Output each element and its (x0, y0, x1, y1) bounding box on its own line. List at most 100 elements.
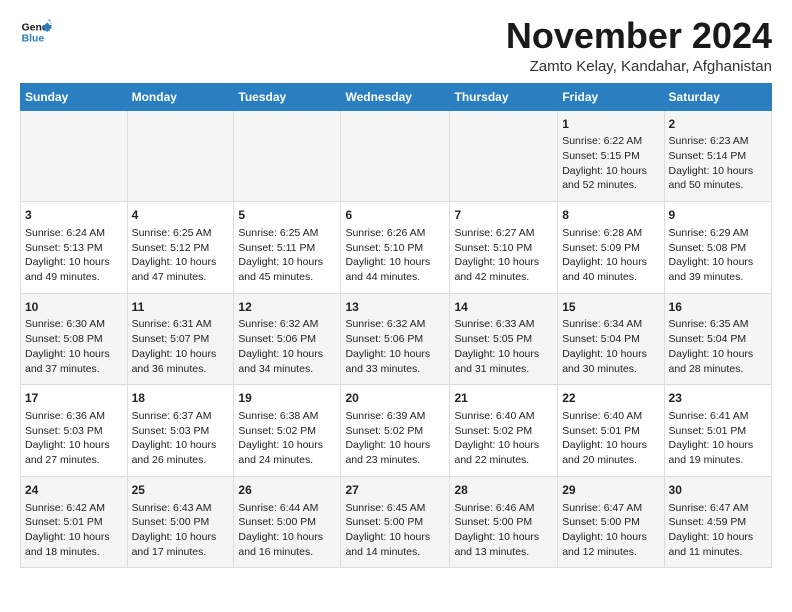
day-number: 27 (345, 482, 445, 499)
day-info-text: Daylight: 10 hours and 40 minutes. (562, 255, 659, 284)
calendar-cell: 12Sunrise: 6:32 AMSunset: 5:06 PMDayligh… (234, 293, 341, 385)
calendar-cell: 30Sunrise: 6:47 AMSunset: 4:59 PMDayligh… (664, 476, 771, 568)
day-info-text: Sunset: 5:14 PM (669, 149, 767, 164)
day-info-text: Sunrise: 6:36 AM (25, 409, 123, 424)
day-info-text: Sunset: 5:01 PM (25, 515, 123, 530)
calendar-cell: 29Sunrise: 6:47 AMSunset: 5:00 PMDayligh… (558, 476, 664, 568)
day-info-text: Daylight: 10 hours and 33 minutes. (345, 347, 445, 376)
day-info-text: Sunset: 5:10 PM (345, 241, 445, 256)
weekday-header-wednesday: Wednesday (341, 83, 450, 110)
day-info-text: Daylight: 10 hours and 42 minutes. (454, 255, 553, 284)
day-info-text: Sunrise: 6:39 AM (345, 409, 445, 424)
calendar-cell (341, 110, 450, 202)
day-info-text: Sunrise: 6:44 AM (238, 501, 336, 516)
weekday-header-tuesday: Tuesday (234, 83, 341, 110)
day-number: 1 (562, 116, 659, 133)
title-block: November 2024 Zamto Kelay, Kandahar, Afg… (506, 16, 772, 75)
calendar-cell (450, 110, 558, 202)
calendar-cell: 19Sunrise: 6:38 AMSunset: 5:02 PMDayligh… (234, 385, 341, 477)
day-info-text: Sunrise: 6:46 AM (454, 501, 553, 516)
day-info-text: Sunrise: 6:32 AM (238, 317, 336, 332)
weekday-header-friday: Friday (558, 83, 664, 110)
calendar-header: SundayMondayTuesdayWednesdayThursdayFrid… (21, 83, 772, 110)
day-info-text: Daylight: 10 hours and 44 minutes. (345, 255, 445, 284)
calendar-cell: 22Sunrise: 6:40 AMSunset: 5:01 PMDayligh… (558, 385, 664, 477)
day-number: 19 (238, 390, 336, 407)
day-info-text: Daylight: 10 hours and 30 minutes. (562, 347, 659, 376)
calendar-week-row: 10Sunrise: 6:30 AMSunset: 5:08 PMDayligh… (21, 293, 772, 385)
day-info-text: Daylight: 10 hours and 12 minutes. (562, 530, 659, 559)
calendar-cell: 16Sunrise: 6:35 AMSunset: 5:04 PMDayligh… (664, 293, 771, 385)
calendar-cell: 25Sunrise: 6:43 AMSunset: 5:00 PMDayligh… (127, 476, 234, 568)
day-info-text: Sunset: 5:02 PM (454, 424, 553, 439)
calendar-cell: 2Sunrise: 6:23 AMSunset: 5:14 PMDaylight… (664, 110, 771, 202)
day-info-text: Sunrise: 6:31 AM (132, 317, 230, 332)
calendar-week-row: 1Sunrise: 6:22 AMSunset: 5:15 PMDaylight… (21, 110, 772, 202)
day-info-text: Daylight: 10 hours and 34 minutes. (238, 347, 336, 376)
day-info-text: Daylight: 10 hours and 16 minutes. (238, 530, 336, 559)
day-number: 10 (25, 299, 123, 316)
page-header: General Blue November 2024 Zamto Kelay, … (20, 16, 772, 75)
calendar-cell: 3Sunrise: 6:24 AMSunset: 5:13 PMDaylight… (21, 202, 128, 294)
day-number: 12 (238, 299, 336, 316)
calendar-body: 1Sunrise: 6:22 AMSunset: 5:15 PMDaylight… (21, 110, 772, 568)
weekday-header-saturday: Saturday (664, 83, 771, 110)
weekday-header-monday: Monday (127, 83, 234, 110)
day-info-text: Daylight: 10 hours and 52 minutes. (562, 164, 659, 193)
day-info-text: Daylight: 10 hours and 13 minutes. (454, 530, 553, 559)
calendar-cell: 21Sunrise: 6:40 AMSunset: 5:02 PMDayligh… (450, 385, 558, 477)
day-info-text: Sunrise: 6:43 AM (132, 501, 230, 516)
day-info-text: Daylight: 10 hours and 31 minutes. (454, 347, 553, 376)
day-info-text: Sunrise: 6:33 AM (454, 317, 553, 332)
day-info-text: Sunset: 5:01 PM (669, 424, 767, 439)
calendar-cell: 17Sunrise: 6:36 AMSunset: 5:03 PMDayligh… (21, 385, 128, 477)
day-number: 3 (25, 207, 123, 224)
day-info-text: Sunrise: 6:37 AM (132, 409, 230, 424)
day-info-text: Daylight: 10 hours and 28 minutes. (669, 347, 767, 376)
day-number: 25 (132, 482, 230, 499)
calendar-cell: 10Sunrise: 6:30 AMSunset: 5:08 PMDayligh… (21, 293, 128, 385)
day-info-text: Sunrise: 6:30 AM (25, 317, 123, 332)
calendar-cell: 27Sunrise: 6:45 AMSunset: 5:00 PMDayligh… (341, 476, 450, 568)
day-info-text: Daylight: 10 hours and 45 minutes. (238, 255, 336, 284)
day-number: 9 (669, 207, 767, 224)
day-info-text: Sunset: 5:03 PM (25, 424, 123, 439)
calendar-cell (21, 110, 128, 202)
day-number: 14 (454, 299, 553, 316)
day-info-text: Daylight: 10 hours and 24 minutes. (238, 438, 336, 467)
logo: General Blue (20, 16, 52, 48)
day-number: 26 (238, 482, 336, 499)
day-info-text: Sunrise: 6:27 AM (454, 226, 553, 241)
day-info-text: Sunset: 5:00 PM (454, 515, 553, 530)
calendar-cell: 4Sunrise: 6:25 AMSunset: 5:12 PMDaylight… (127, 202, 234, 294)
day-number: 24 (25, 482, 123, 499)
day-info-text: Sunset: 4:59 PM (669, 515, 767, 530)
calendar-cell: 1Sunrise: 6:22 AMSunset: 5:15 PMDaylight… (558, 110, 664, 202)
month-title: November 2024 (506, 16, 772, 56)
calendar-cell (234, 110, 341, 202)
day-info-text: Sunrise: 6:41 AM (669, 409, 767, 424)
day-number: 8 (562, 207, 659, 224)
day-number: 30 (669, 482, 767, 499)
day-info-text: Sunset: 5:06 PM (345, 332, 445, 347)
day-info-text: Daylight: 10 hours and 50 minutes. (669, 164, 767, 193)
day-info-text: Sunset: 5:05 PM (454, 332, 553, 347)
day-info-text: Sunrise: 6:28 AM (562, 226, 659, 241)
day-info-text: Daylight: 10 hours and 39 minutes. (669, 255, 767, 284)
day-info-text: Sunset: 5:06 PM (238, 332, 336, 347)
calendar-cell: 28Sunrise: 6:46 AMSunset: 5:00 PMDayligh… (450, 476, 558, 568)
calendar-cell: 9Sunrise: 6:29 AMSunset: 5:08 PMDaylight… (664, 202, 771, 294)
day-info-text: Sunset: 5:04 PM (562, 332, 659, 347)
day-number: 21 (454, 390, 553, 407)
location-subtitle: Zamto Kelay, Kandahar, Afghanistan (506, 58, 772, 75)
logo-icon: General Blue (20, 16, 52, 48)
day-info-text: Daylight: 10 hours and 14 minutes. (345, 530, 445, 559)
day-number: 7 (454, 207, 553, 224)
calendar-cell: 7Sunrise: 6:27 AMSunset: 5:10 PMDaylight… (450, 202, 558, 294)
day-info-text: Sunrise: 6:22 AM (562, 134, 659, 149)
day-number: 2 (669, 116, 767, 133)
weekday-header-thursday: Thursday (450, 83, 558, 110)
day-info-text: Daylight: 10 hours and 19 minutes. (669, 438, 767, 467)
day-info-text: Sunrise: 6:26 AM (345, 226, 445, 241)
day-number: 20 (345, 390, 445, 407)
